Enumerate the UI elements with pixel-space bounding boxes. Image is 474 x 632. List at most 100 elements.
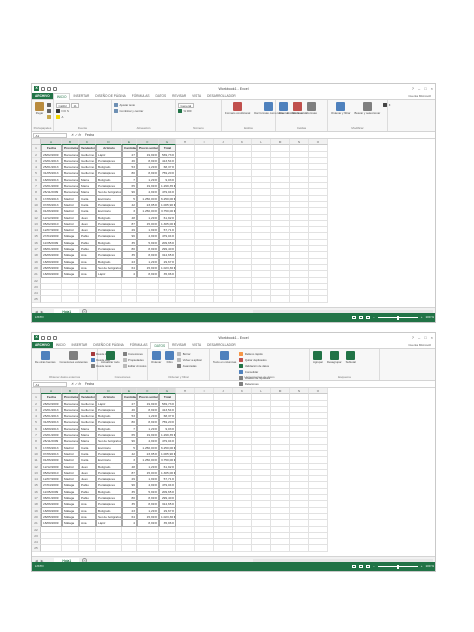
page-layout-icon[interactable]	[359, 565, 364, 568]
empty-cell[interactable]	[195, 545, 214, 552]
close-icon[interactable]: ×	[431, 86, 433, 91]
empty-cell[interactable]	[176, 545, 195, 552]
function-icon[interactable]: ✕ ✓ fx	[70, 382, 82, 386]
empty-cell[interactable]	[271, 545, 290, 552]
empty-cell[interactable]	[159, 296, 176, 303]
empty-cell[interactable]	[233, 296, 252, 303]
empty-cell[interactable]	[176, 296, 195, 303]
zoom-out-icon[interactable]: –	[373, 562, 375, 571]
maximize-icon[interactable]: □	[424, 86, 426, 91]
ungroup-button[interactable]: Desagrupar	[327, 351, 342, 364]
tab-desarrollador[interactable]: DESARROLLADOR	[204, 93, 239, 99]
empty-cell[interactable]	[62, 545, 79, 552]
filter-button[interactable]: Filtro	[165, 351, 175, 369]
tab-vista[interactable]: VISTA	[189, 342, 204, 348]
empty-cell[interactable]	[79, 296, 96, 303]
tab-archivo[interactable]: ARCHIVO	[32, 342, 53, 348]
page-layout-icon[interactable]	[359, 316, 364, 319]
empty-cell[interactable]	[309, 545, 328, 552]
tab-archivo[interactable]: ARCHIVO	[32, 93, 53, 99]
tab-datos[interactable]: DATOS	[152, 93, 169, 99]
empty-cell[interactable]	[41, 296, 62, 303]
sort-button[interactable]: Ordenar	[151, 351, 161, 369]
merge-button[interactable]: Combinar y centrar	[114, 108, 143, 114]
tab-inicio[interactable]: INICIO	[52, 93, 71, 100]
edit-links-button[interactable]: Editar vínculos	[122, 363, 146, 369]
zoom-out-icon[interactable]: –	[373, 313, 375, 322]
sum-button[interactable]: Σ	[383, 102, 390, 108]
tab-datos[interactable]: DATOS	[150, 342, 170, 349]
account-name[interactable]: Cuenta Microsoft	[408, 94, 431, 99]
refresh-button[interactable]: Actualizar todo	[101, 351, 120, 369]
empty-cell[interactable]	[62, 296, 79, 303]
zoom-slider-knob[interactable]	[396, 564, 399, 569]
close-icon[interactable]: ×	[431, 335, 433, 340]
format-button[interactable]: Formato	[307, 102, 317, 115]
empty-cell[interactable]	[137, 545, 159, 552]
zoom-slider[interactable]	[377, 564, 418, 569]
zoom-level[interactable]: 100 %	[425, 313, 434, 322]
find-button[interactable]: Buscar y seleccionar	[354, 102, 380, 115]
other-sources-button[interactable]: De otras fuentes	[35, 351, 56, 369]
maximize-icon[interactable]: □	[424, 335, 426, 340]
font-size-select[interactable]: 11	[71, 102, 80, 108]
tab-fórmulas[interactable]: FÓRMULAS	[129, 93, 153, 99]
advanced-button[interactable]: Avanzadas	[177, 363, 202, 369]
minimize-icon[interactable]: –	[418, 86, 420, 91]
empty-cell[interactable]	[122, 296, 137, 303]
name-box[interactable]: A1	[33, 132, 67, 138]
name-box[interactable]: A1	[33, 381, 67, 387]
delete-button[interactable]: Eliminar	[292, 102, 303, 115]
currency-button[interactable]: % 000	[178, 108, 194, 114]
account-name[interactable]: Cuenta Microsoft	[408, 343, 431, 348]
empty-cell[interactable]	[137, 296, 159, 303]
sort-filter-button[interactable]: Ordenar y filtrar	[331, 102, 350, 115]
paste-button[interactable]: Pegar	[35, 102, 44, 120]
empty-cell[interactable]	[214, 296, 233, 303]
row-header[interactable]: 25	[32, 545, 41, 552]
format-painter-button[interactable]	[47, 114, 53, 120]
empty-cell[interactable]	[252, 545, 271, 552]
tab-insertar[interactable]: INSERTAR	[68, 342, 90, 348]
function-icon[interactable]: ✕ ✓ fx	[70, 133, 82, 137]
normal-view-icon[interactable]	[352, 565, 357, 568]
row-header[interactable]: 25	[32, 296, 41, 303]
subtotal-button[interactable]: Subtotal	[346, 351, 356, 364]
tab-revisar[interactable]: REVISAR	[169, 93, 189, 99]
normal-view-icon[interactable]	[352, 316, 357, 319]
tab-fórmulas[interactable]: FÓRMULAS	[127, 342, 151, 348]
empty-cell[interactable]	[271, 296, 290, 303]
insert-button[interactable]: Insertar	[279, 102, 288, 115]
tab-diseño-de-página[interactable]: DISEÑO DE PÁGINA	[90, 342, 126, 348]
page-break-icon[interactable]	[366, 565, 371, 568]
empty-cell[interactable]	[122, 545, 137, 552]
zoom-slider-knob[interactable]	[396, 315, 399, 320]
empty-cell[interactable]	[290, 296, 309, 303]
empty-cell[interactable]	[309, 296, 328, 303]
group-button[interactable]: Agrupar	[313, 351, 323, 364]
number-format-select[interactable]: General	[178, 102, 194, 108]
tab-inicio[interactable]: INICIO	[53, 342, 69, 348]
zoom-in-icon[interactable]: +	[421, 562, 423, 571]
empty-cell[interactable]	[214, 545, 233, 552]
empty-cell[interactable]	[159, 545, 176, 552]
tab-desarrollador[interactable]: DESARROLLADOR	[204, 342, 239, 348]
empty-cell[interactable]	[96, 296, 122, 303]
empty-cell[interactable]	[290, 545, 309, 552]
empty-cell[interactable]	[96, 545, 122, 552]
tab-vista[interactable]: VISTA	[189, 93, 204, 99]
tab-insertar[interactable]: INSERTAR	[70, 93, 92, 99]
relationships-button[interactable]: Relaciones	[239, 381, 270, 387]
empty-cell[interactable]	[41, 545, 62, 552]
empty-cell[interactable]	[195, 296, 214, 303]
font-name-select[interactable]: Calibri	[56, 102, 70, 108]
page-break-icon[interactable]	[366, 316, 371, 319]
text-to-columns-button[interactable]: Texto en columnas	[213, 351, 236, 387]
empty-cell[interactable]	[252, 296, 271, 303]
zoom-slider[interactable]	[377, 315, 418, 320]
minimize-icon[interactable]: –	[418, 335, 420, 340]
tab-diseño-de-página[interactable]: DISEÑO DE PÁGINA	[92, 93, 128, 99]
zoom-level[interactable]: 100 %	[425, 562, 434, 571]
empty-cell[interactable]	[233, 545, 252, 552]
formula-input[interactable]: Fecha	[85, 133, 434, 138]
